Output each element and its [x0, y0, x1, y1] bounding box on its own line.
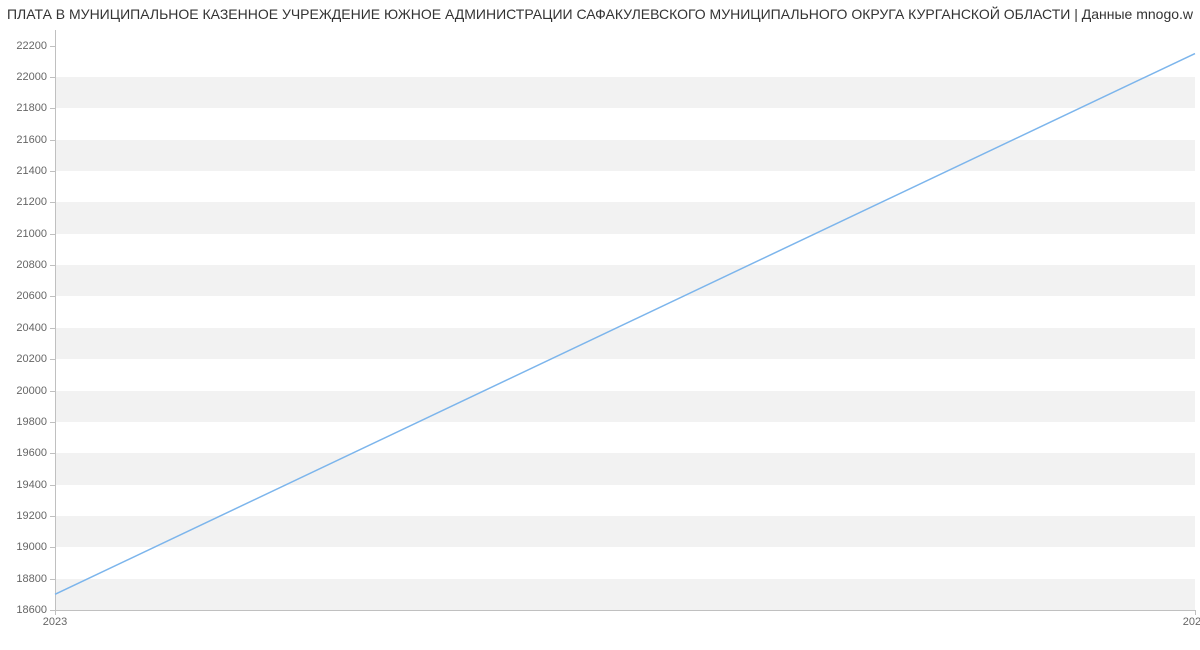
y-tick-label: 19400 [16, 479, 55, 491]
y-tick-label: 21400 [16, 165, 55, 177]
y-tick-label: 20800 [16, 259, 55, 271]
y-tick-label: 19800 [16, 416, 55, 428]
y-tick-label: 21200 [16, 196, 55, 208]
y-tick-label: 20600 [16, 290, 55, 302]
y-tick-label: 20200 [16, 353, 55, 365]
y-tick-label: 21800 [16, 102, 55, 114]
y-tick-label: 18800 [16, 573, 55, 585]
y-tick-label: 20400 [16, 322, 55, 334]
y-tick-label: 21600 [16, 134, 55, 146]
x-tick-label: 2023 [43, 616, 67, 628]
y-tick-label: 21000 [16, 228, 55, 240]
series-line [55, 54, 1195, 595]
x-tick [55, 610, 56, 615]
y-tick-label: 19200 [16, 510, 55, 522]
chart-line-layer [55, 30, 1195, 610]
chart-title: ПЛАТА В МУНИЦИПАЛЬНОЕ КАЗЕННОЕ УЧРЕЖДЕНИ… [0, 6, 1200, 22]
plot-area: 1860018800190001920019400196001980020000… [55, 30, 1195, 611]
y-tick-label: 22000 [16, 71, 55, 83]
x-tick [1195, 610, 1196, 615]
x-tick-label: 2024 [1183, 616, 1200, 628]
y-tick-label: 18600 [16, 604, 55, 616]
y-tick-label: 19600 [16, 447, 55, 459]
y-tick-label: 22200 [16, 40, 55, 52]
chart-container: ПЛАТА В МУНИЦИПАЛЬНОЕ КАЗЕННОЕ УЧРЕЖДЕНИ… [0, 0, 1200, 650]
y-tick-label: 19000 [16, 541, 55, 553]
y-tick-label: 20000 [16, 385, 55, 397]
